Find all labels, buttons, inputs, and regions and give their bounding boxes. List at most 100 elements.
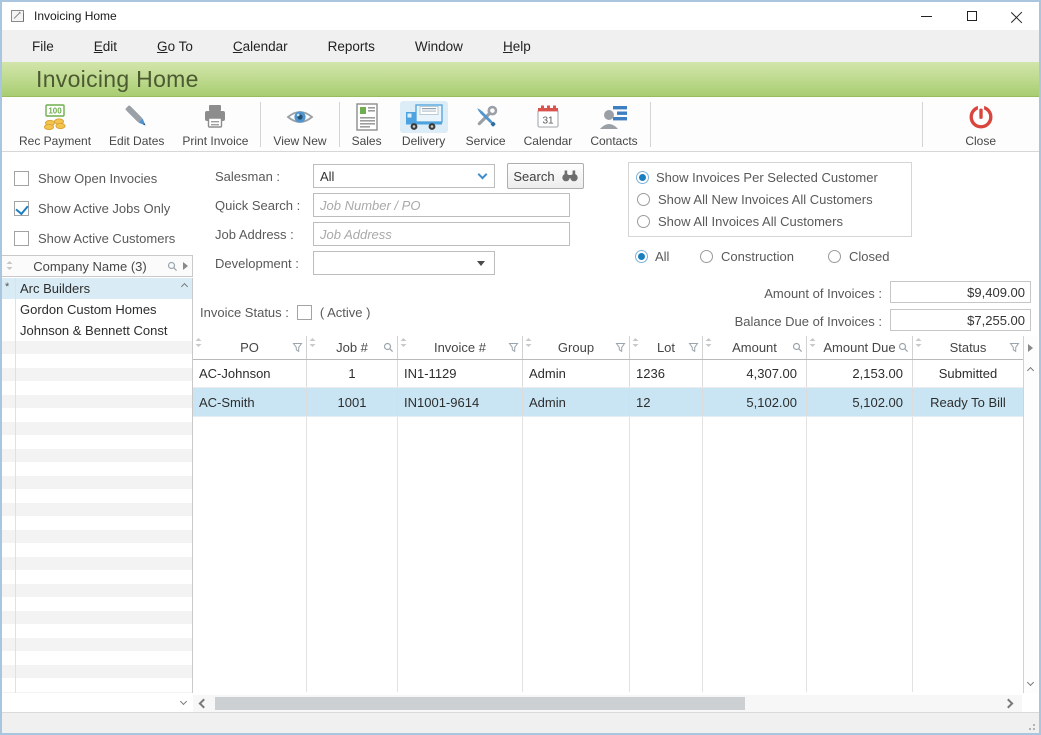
invoice-grid: PO Job # Invoice # Group Lot Amount Amou… xyxy=(193,336,1038,693)
scrollbar-thumb[interactable] xyxy=(215,697,745,710)
invoice-view-groupbox: Show Invoices Per Selected Customer Show… xyxy=(628,162,912,237)
show-invoices-per-selected-customer-option[interactable]: Show Invoices Per Selected Customer xyxy=(637,170,911,185)
amount-of-invoices-value: $9,409.00 xyxy=(890,281,1031,303)
search-column-icon[interactable] xyxy=(167,261,178,272)
search-column-icon[interactable] xyxy=(792,342,803,353)
sort-icon xyxy=(6,261,13,271)
rec-payment-button[interactable]: 100 Rec Payment xyxy=(10,98,100,150)
company-list-empty-area xyxy=(2,341,192,693)
scroll-right-icon[interactable] xyxy=(1004,699,1014,709)
titlebar: Invoicing Home xyxy=(2,2,1039,30)
service-button[interactable]: Service xyxy=(457,98,515,150)
balance-due-value: $7,255.00 xyxy=(890,309,1031,331)
company-list-indicator-divider xyxy=(15,278,16,693)
search-column-icon[interactable] xyxy=(383,342,394,353)
radio-icon[interactable] xyxy=(637,193,650,206)
invoice-doc-icon xyxy=(354,101,380,133)
toolbar-separator xyxy=(339,102,340,147)
delivery-button[interactable]: Delivery xyxy=(391,98,457,150)
show-active-jobs-option[interactable]: Show Active Jobs Only xyxy=(14,201,170,216)
invoice-row-1[interactable]: AC-Johnson 1 IN1-1129 Admin 1236 4,307.0… xyxy=(193,360,1023,388)
menu-help[interactable]: Help xyxy=(489,33,545,60)
scope-construction-option[interactable]: Construction xyxy=(700,249,794,264)
resize-grip[interactable] xyxy=(1026,721,1035,730)
grid-col-status[interactable]: Status xyxy=(913,336,1023,359)
company-list-header[interactable]: Company Name (3) xyxy=(2,255,193,277)
toolbar-separator xyxy=(650,102,651,147)
radio-selected-icon[interactable] xyxy=(636,251,647,262)
menu-calendar[interactable]: Calendar xyxy=(219,33,302,60)
development-dropdown[interactable] xyxy=(313,251,495,275)
filter-icon[interactable] xyxy=(688,342,699,353)
company-row-gordon-custom-homes[interactable]: Gordon Custom Homes xyxy=(2,299,192,320)
scope-closed-option[interactable]: Closed xyxy=(828,249,889,264)
grid-col-invoice[interactable]: Invoice # xyxy=(398,336,523,359)
filter-icon[interactable] xyxy=(292,342,303,353)
invoice-row-2-selected[interactable]: AC-Smith 1001 IN1001-9614 Admin 12 5,102… xyxy=(193,388,1023,417)
search-column-icon[interactable] xyxy=(898,342,909,353)
quick-search-input[interactable] xyxy=(313,193,570,217)
menu-window[interactable]: Window xyxy=(401,33,477,60)
edit-dates-button[interactable]: Edit Dates xyxy=(100,98,173,150)
company-list: * Arc Builders Gordon Custom Homes Johns… xyxy=(2,278,193,693)
show-all-invoices-option[interactable]: Show All Invoices All Customers xyxy=(637,214,911,229)
grid-horizontal-scrollbar[interactable] xyxy=(193,695,1038,712)
minimize-button[interactable] xyxy=(904,2,949,30)
company-row-johnson-bennett[interactable]: Johnson & Bennett Const xyxy=(2,320,192,341)
grid-col-lot[interactable]: Lot xyxy=(630,336,703,359)
show-active-customers-checkbox[interactable] xyxy=(14,231,29,246)
show-active-customers-option[interactable]: Show Active Customers xyxy=(14,231,175,246)
show-active-jobs-checkbox[interactable] xyxy=(14,201,29,216)
minimize-icon xyxy=(921,16,932,17)
close-icon xyxy=(1011,10,1023,22)
toolbar-separator xyxy=(922,102,923,147)
page-header: Invoicing Home xyxy=(2,62,1039,97)
grid-vertical-scrollbar[interactable] xyxy=(1023,336,1038,693)
contacts-button[interactable]: Contacts xyxy=(581,98,646,150)
radio-selected-icon[interactable] xyxy=(637,172,648,183)
grid-col-job[interactable]: Job # xyxy=(307,336,398,359)
show-open-invoices-option[interactable]: Show Open Invocies xyxy=(14,171,157,186)
radio-icon[interactable] xyxy=(637,215,650,228)
grid-col-po[interactable]: PO xyxy=(193,336,307,359)
scroll-left-icon[interactable] xyxy=(199,699,209,709)
radio-icon[interactable] xyxy=(700,250,713,263)
grid-col-amount-due[interactable]: Amount Due xyxy=(807,336,913,359)
column-chooser-arrow-icon[interactable] xyxy=(1028,344,1033,352)
menu-reports[interactable]: Reports xyxy=(314,33,389,60)
menu-go-to[interactable]: Go To xyxy=(143,33,207,60)
expand-arrow-icon[interactable] xyxy=(183,262,188,270)
company-row-arc-builders[interactable]: * Arc Builders xyxy=(2,278,192,299)
radio-icon[interactable] xyxy=(828,250,841,263)
quick-search-field xyxy=(313,193,570,217)
menu-edit[interactable]: Edit xyxy=(80,33,131,60)
filter-icon[interactable] xyxy=(615,342,626,353)
scroll-up-icon[interactable] xyxy=(1027,367,1034,374)
show-open-invoices-checkbox[interactable] xyxy=(14,171,29,186)
salesman-dropdown[interactable]: All xyxy=(313,164,495,188)
filter-icon[interactable] xyxy=(508,342,519,353)
filter-icon[interactable] xyxy=(1009,342,1020,353)
close-window-button[interactable] xyxy=(994,2,1039,30)
binoculars-icon xyxy=(562,170,578,182)
tools-icon xyxy=(471,101,501,133)
grid-col-group[interactable]: Group xyxy=(523,336,630,359)
grid-col-amount[interactable]: Amount xyxy=(703,336,807,359)
maximize-button[interactable] xyxy=(949,2,994,30)
print-invoice-button[interactable]: Print Invoice xyxy=(173,98,257,150)
sales-button[interactable]: Sales xyxy=(343,98,391,150)
job-address-input[interactable] xyxy=(313,222,570,246)
search-button[interactable]: Search xyxy=(507,163,584,189)
maximize-icon xyxy=(967,11,977,21)
company-list-scroll-down-icon[interactable] xyxy=(180,698,187,705)
show-all-new-invoices-option[interactable]: Show All New Invoices All Customers xyxy=(637,192,911,207)
page-title: Invoicing Home xyxy=(36,66,199,93)
invoice-status-checkbox[interactable] xyxy=(297,305,312,320)
calendar-button[interactable]: 31 Calendar xyxy=(515,98,582,150)
scope-all-option[interactable]: All xyxy=(636,249,669,264)
scroll-down-icon[interactable] xyxy=(1027,679,1034,686)
close-button[interactable]: Close xyxy=(956,98,1005,150)
menu-file[interactable]: File xyxy=(18,33,68,60)
view-new-button[interactable]: View New xyxy=(264,98,335,150)
toolbar: 100 Rec Payment Edit Dates Print Invoice… xyxy=(2,97,1039,152)
